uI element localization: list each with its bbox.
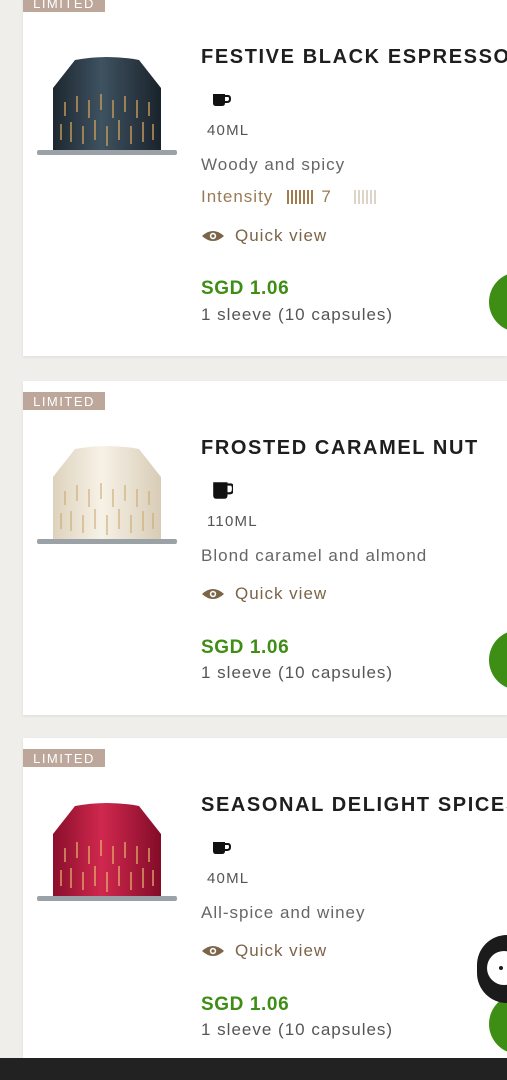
taste-description: Woody and spicy — [201, 155, 346, 174]
chat-bubble-icon — [487, 951, 507, 985]
pack-size: 1 sleeve (10 capsules) — [201, 1020, 394, 1039]
quick-view-label: Quick view — [235, 584, 328, 603]
coffee-cup-icon — [213, 482, 233, 499]
quick-view-link[interactable]: Quick view — [201, 226, 327, 246]
product-price: SGD 1.06 — [201, 994, 290, 1015]
product-card-seasonal-delight-spices[interactable]: LIMITED SEASONAL DELIGHT SPICES 40ML All… — [23, 738, 507, 1058]
eye-icon — [202, 946, 224, 956]
quick-view-link[interactable]: Quick view — [201, 941, 327, 961]
intensity-bars-filled — [287, 190, 315, 204]
capsule-image — [37, 803, 177, 901]
quick-view-label: Quick view — [235, 941, 328, 960]
quick-view-label: Quick view — [235, 226, 328, 245]
product-title[interactable]: FROSTED CARAMEL NUT — [201, 437, 479, 460]
add-to-basket-button[interactable] — [489, 272, 507, 332]
eye-icon — [202, 589, 224, 599]
capsule-image — [37, 446, 177, 544]
intensity-bars-empty — [353, 190, 378, 204]
limited-badge: LIMITED — [23, 749, 105, 767]
quick-view-link[interactable]: Quick view — [201, 584, 327, 604]
eye-icon — [202, 231, 224, 241]
product-title[interactable]: FESTIVE BLACK ESPRESSO — [201, 46, 507, 69]
add-to-basket-button[interactable] — [489, 630, 507, 690]
limited-badge: LIMITED — [23, 392, 105, 410]
chat-dot — [499, 966, 503, 970]
product-card-festive-black-espresso[interactable]: LIMITED FESTIVE BLACK ESPRESSO 40ML Wood… — [23, 0, 507, 356]
pack-size: 1 sleeve (10 capsules) — [201, 305, 394, 324]
add-to-basket-button[interactable] — [489, 994, 507, 1054]
cup-volume: 40ML — [207, 870, 250, 887]
taste-description: All-spice and winey — [201, 903, 366, 922]
product-price: SGD 1.06 — [201, 637, 290, 658]
cup-volume: 40ML — [207, 122, 250, 139]
capsule-image — [37, 57, 177, 155]
product-title[interactable]: SEASONAL DELIGHT SPICES — [201, 794, 507, 817]
intensity-value: 7 — [321, 187, 332, 206]
espresso-cup-icon — [213, 94, 231, 106]
pack-size: 1 sleeve (10 capsules) — [201, 663, 394, 682]
intensity-indicator: Intensity 7 — [201, 187, 378, 207]
taste-description: Blond caramel and almond — [201, 546, 428, 565]
espresso-cup-icon — [213, 842, 231, 854]
product-price: SGD 1.06 — [201, 278, 290, 299]
intensity-label: Intensity — [201, 187, 274, 206]
limited-badge: LIMITED — [23, 0, 105, 12]
bottom-bar — [0, 1058, 507, 1080]
cup-volume: 110ML — [207, 513, 258, 530]
product-card-frosted-caramel-nut[interactable]: LIMITED FROSTED CARAMEL NUT 110ML Blond … — [23, 381, 507, 715]
